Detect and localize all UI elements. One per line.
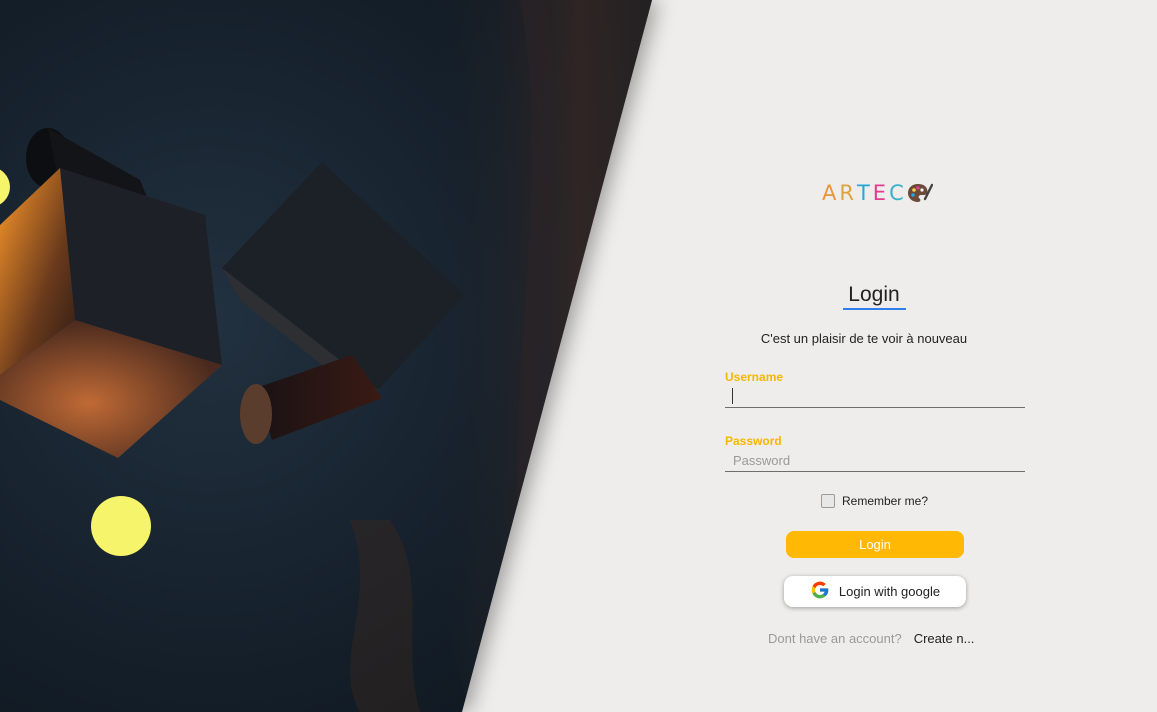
welcome-subtitle: C'est un plaisir de te voir à nouveau [760, 331, 968, 346]
app-logo: A R T E C [822, 180, 933, 206]
logo-letter-c: C [889, 181, 907, 205]
signup-prompt: Dont have an account? Create n... [768, 631, 974, 646]
login-button[interactable]: Login [786, 531, 964, 558]
remember-me-label: Remember me? [842, 494, 929, 508]
create-account-link[interactable]: Create n... [914, 631, 975, 646]
google-login-button[interactable]: Login with google [784, 576, 966, 607]
password-label: Password [725, 434, 782, 448]
google-icon [810, 580, 830, 603]
page-title: Login [848, 283, 900, 306]
username-label: Username [725, 370, 784, 384]
logo-letter-e: E [872, 181, 890, 205]
password-input[interactable] [725, 450, 1025, 472]
remember-me-checkbox[interactable] [821, 494, 835, 508]
remember-me-row[interactable]: Remember me? [821, 494, 928, 508]
palette-icon [907, 182, 933, 204]
text-caret [732, 388, 733, 404]
no-account-text: Dont have an account? [768, 631, 902, 646]
logo-letter-t: T [856, 181, 873, 205]
google-button-label: Login with google [838, 584, 941, 599]
hero-image [0, 0, 1157, 712]
title-underline [843, 308, 906, 310]
logo-letter-a: A [822, 181, 840, 205]
username-input[interactable] [725, 386, 1025, 408]
logo-letter-r: R [839, 181, 857, 205]
